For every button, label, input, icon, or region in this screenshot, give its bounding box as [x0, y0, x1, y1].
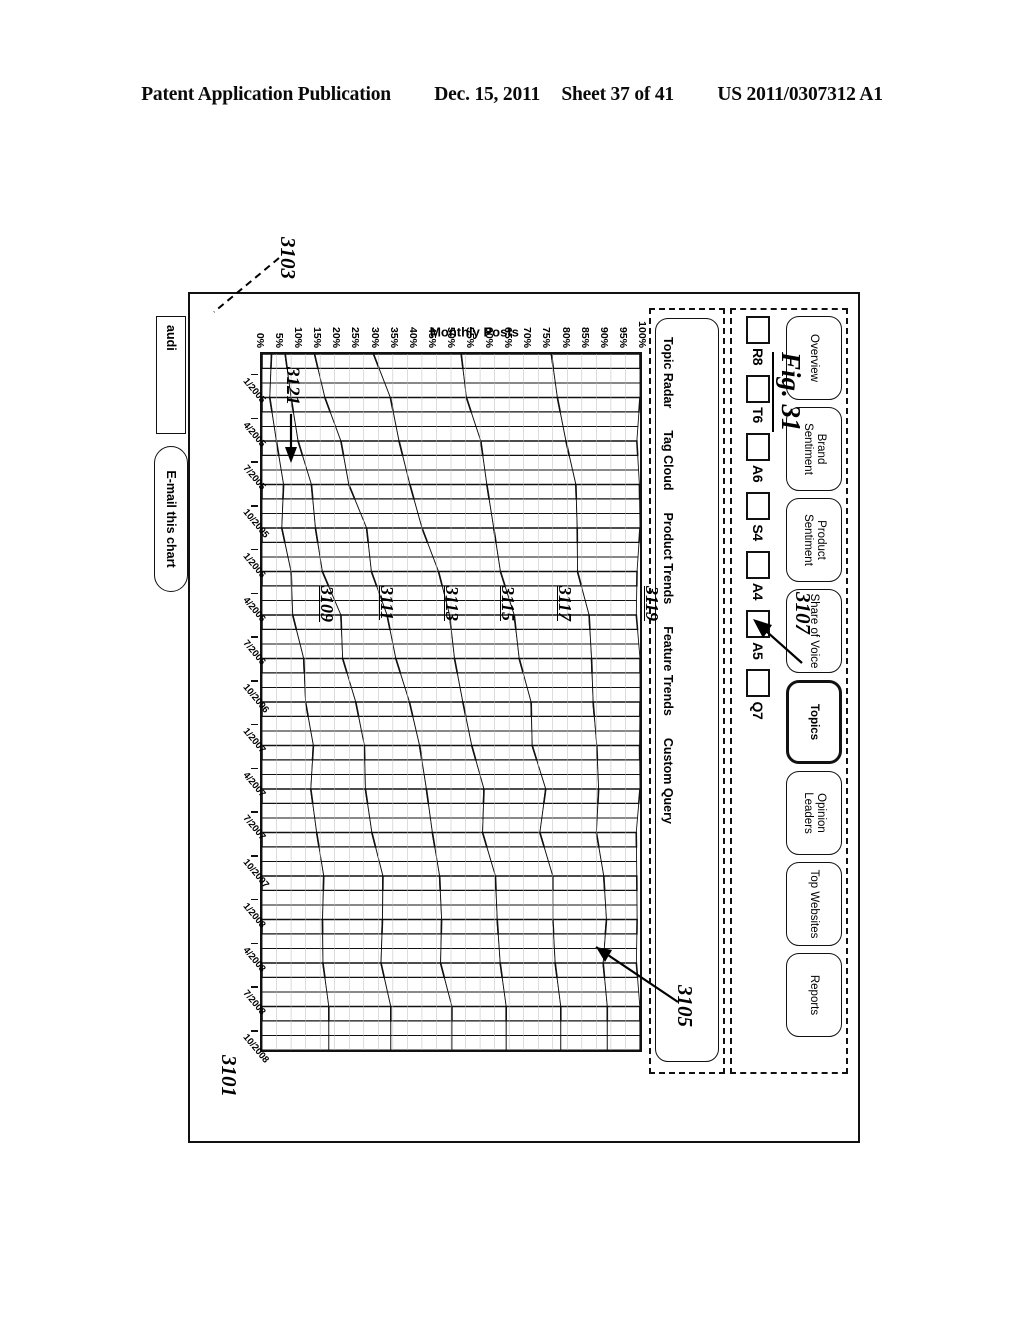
- arrowhead-3121: [285, 447, 297, 463]
- leader-3103: [213, 257, 280, 313]
- reference-leader-lines: [213, 257, 803, 1003]
- figure-caption: Fig. 31: [772, 352, 806, 432]
- arrowhead-3105: [596, 947, 612, 962]
